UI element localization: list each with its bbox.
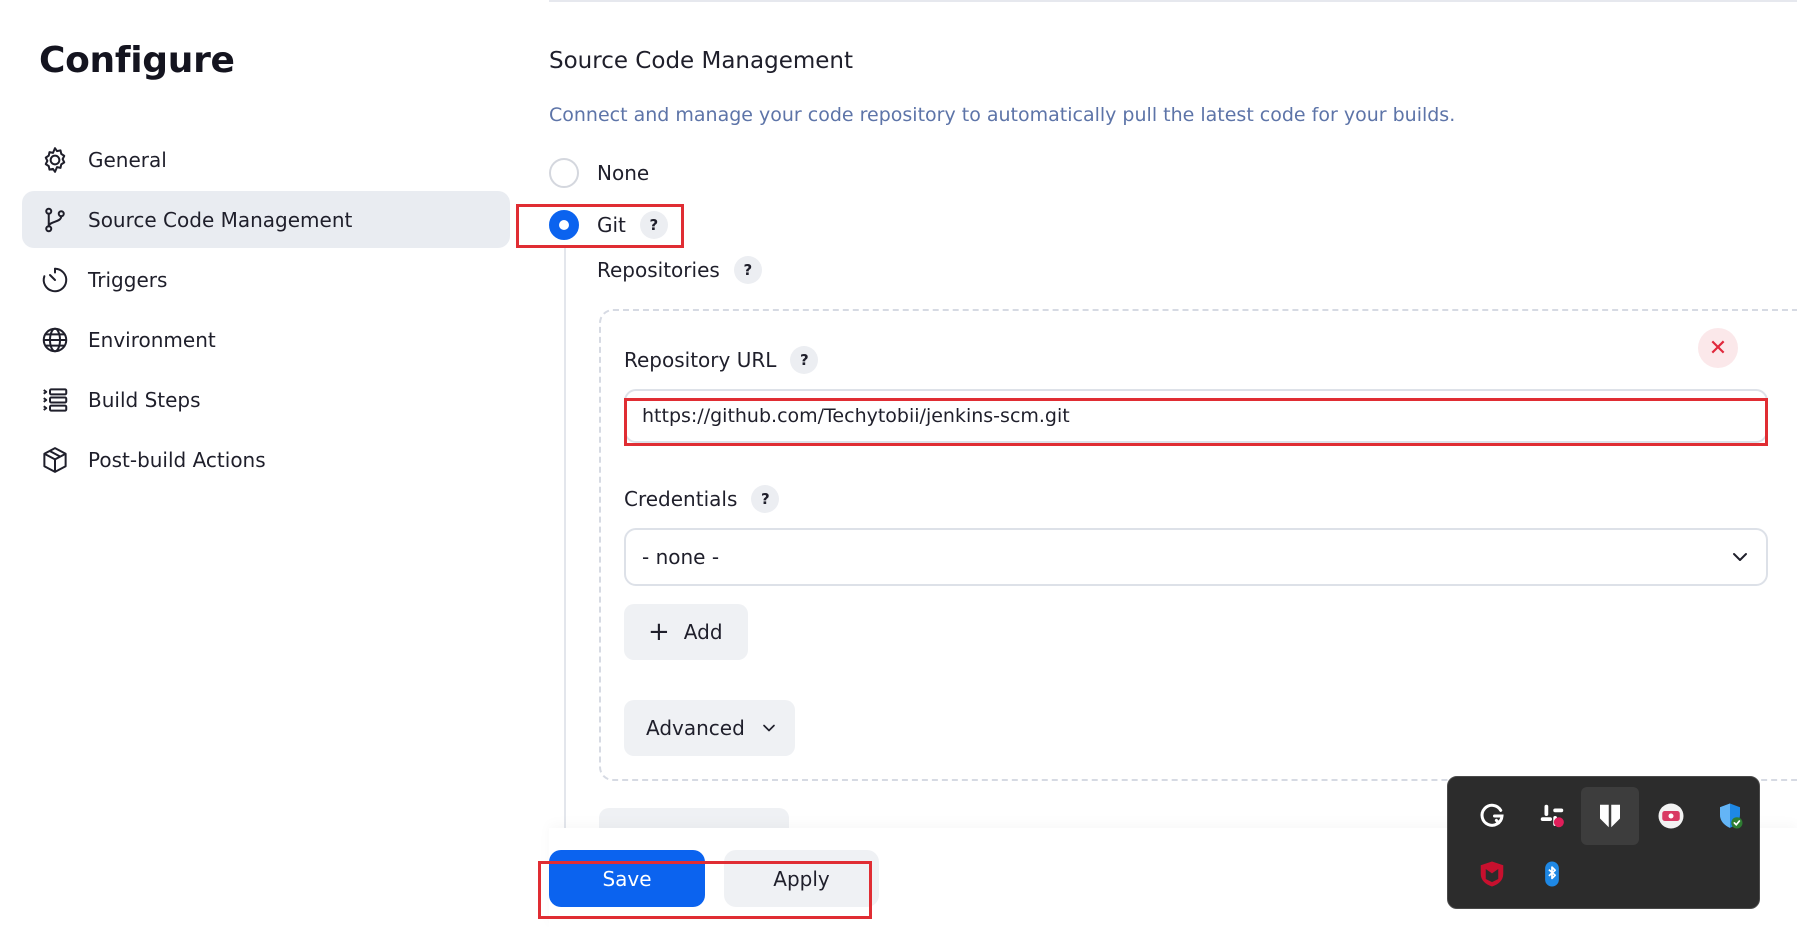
globe-icon (40, 325, 70, 355)
repositories-help-icon[interactable]: ? (733, 256, 762, 284)
gear-icon (40, 145, 70, 175)
sidebar-item-post-build-actions[interactable]: Post-build Actions (22, 431, 510, 488)
credentials-help-icon[interactable]: ? (751, 485, 780, 513)
timer-icon (40, 265, 70, 295)
system-tray-overflow (1447, 776, 1760, 909)
credentials-selected: - none - (642, 545, 720, 569)
git-radio[interactable] (549, 210, 579, 240)
sidebar-nav: General Source Code Management Triggers … (22, 131, 510, 491)
mcafee-icon[interactable] (1463, 845, 1521, 903)
security-shield-icon[interactable] (1701, 787, 1759, 845)
plus-icon: + (648, 617, 670, 647)
sidebar-item-label: Environment (88, 327, 216, 352)
page-title: Configure (39, 40, 235, 81)
git-help-icon[interactable]: ? (639, 211, 668, 239)
package-icon (40, 445, 70, 475)
sidebar-item-label: Source Code Management (88, 207, 353, 232)
none-radio[interactable] (549, 158, 579, 188)
option-git[interactable]: Git ? (549, 210, 668, 240)
git-options-rail (564, 245, 566, 829)
bluetooth-icon[interactable] (1523, 845, 1581, 903)
chevron-down-icon (1733, 553, 1747, 561)
sidebar-item-label: General (88, 147, 167, 172)
add-label: Add (683, 620, 723, 644)
sidebar-item-build-steps[interactable]: Build Steps (22, 371, 510, 428)
repository-url-label: Repository URL (624, 348, 777, 372)
advanced-label: Advanced (646, 716, 745, 740)
advanced-button[interactable]: Advanced (624, 700, 795, 756)
repository-url-label-row: Repository URL ? (624, 346, 819, 374)
repositories-label-row: Repositories ? (597, 256, 762, 284)
git-branch-icon (40, 205, 70, 235)
slack-icon[interactable] (1523, 787, 1581, 845)
option-label: Git (597, 213, 626, 237)
section-title: Source Code Management (549, 48, 854, 74)
repositories-label: Repositories (597, 258, 720, 282)
sidebar-item-source-code-management[interactable]: Source Code Management (22, 191, 510, 248)
option-none[interactable]: None (549, 158, 649, 188)
grammarly-icon[interactable] (1463, 787, 1521, 845)
sidebar-item-environment[interactable]: Environment (22, 311, 510, 368)
option-label: None (597, 161, 650, 185)
add-credentials-button[interactable]: + Add (624, 604, 748, 660)
snipping-tool-icon[interactable] (1581, 787, 1639, 845)
credentials-select[interactable]: - none - (624, 528, 1768, 586)
remove-repository-button[interactable]: ✕ (1698, 328, 1738, 368)
chevron-down-icon (762, 724, 775, 732)
credentials-label-row: Credentials ? (624, 485, 780, 513)
section-description: Connect and manage your code repository … (549, 104, 1456, 126)
sidebar-item-triggers[interactable]: Triggers (22, 251, 510, 308)
credentials-label: Credentials (624, 487, 738, 511)
list-steps-icon (40, 385, 70, 415)
apply-button[interactable]: Apply (724, 850, 879, 907)
sidebar-item-general[interactable]: General (22, 131, 510, 188)
repository-url-input[interactable] (624, 389, 1768, 443)
close-icon: ✕ (1708, 335, 1728, 361)
sidebar-item-label: Build Steps (88, 387, 201, 412)
repository-url-help-icon[interactable]: ? (790, 346, 819, 374)
sidebar-item-label: Triggers (88, 267, 168, 292)
sidebar-item-label: Post-build Actions (88, 447, 266, 472)
screen-recorder-icon[interactable] (1642, 787, 1700, 845)
save-button[interactable]: Save (549, 850, 705, 907)
